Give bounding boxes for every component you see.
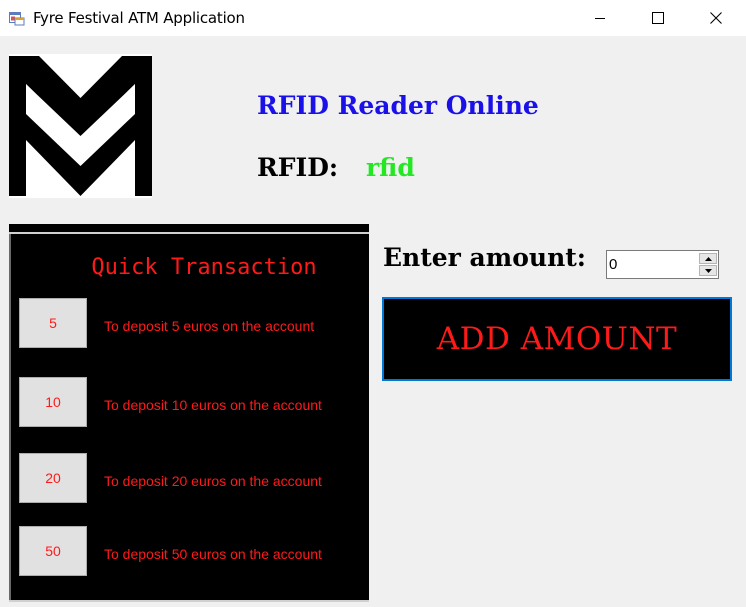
quick-transaction-title: Quick Transaction xyxy=(91,255,317,280)
panel-bottom-border xyxy=(9,600,369,602)
chevron-down-icon xyxy=(704,268,712,273)
amount-input[interactable] xyxy=(608,252,697,277)
minimize-button[interactable] xyxy=(571,0,629,36)
reader-status-heading: RFID Reader Online xyxy=(257,91,539,120)
increment-button[interactable] xyxy=(699,253,717,264)
quick-deposit-5-button[interactable]: 5 xyxy=(19,298,87,348)
close-button[interactable] xyxy=(687,0,745,36)
panel-top-border xyxy=(9,232,369,234)
quick-deposit-20-button[interactable]: 20 xyxy=(19,453,87,503)
quick-deposit-10-description: To deposit 10 euros on the account xyxy=(104,397,322,413)
decrement-button[interactable] xyxy=(699,265,717,276)
quick-deposit-50-button[interactable]: 50 xyxy=(19,526,87,576)
quick-deposit-20-description: To deposit 20 euros on the account xyxy=(104,473,322,489)
app-icon xyxy=(9,10,25,26)
rfid-label: RFID: xyxy=(257,153,339,182)
quick-deposit-50-description: To deposit 50 euros on the account xyxy=(104,546,322,562)
title-bar: Fyre Festival ATM Application xyxy=(0,0,746,36)
maximize-button[interactable] xyxy=(629,0,687,36)
rfid-value: rfid xyxy=(366,153,415,182)
window-title: Fyre Festival ATM Application xyxy=(33,9,245,27)
enter-amount-label: Enter amount: xyxy=(383,243,587,272)
quick-transaction-panel: Quick Transaction 5 To deposit 5 euros o… xyxy=(9,224,369,602)
brand-logo xyxy=(9,54,152,198)
maximize-icon xyxy=(652,12,664,24)
quick-deposit-5-description: To deposit 5 euros on the account xyxy=(104,318,315,334)
chevron-up-icon xyxy=(704,256,712,261)
amount-spinner xyxy=(699,253,717,276)
add-amount-label: ADD AMOUNT xyxy=(386,301,728,377)
panel-left-border xyxy=(9,234,11,600)
close-icon xyxy=(710,12,722,24)
minimize-icon xyxy=(595,18,605,19)
quick-deposit-10-button[interactable]: 10 xyxy=(19,377,87,427)
add-amount-button[interactable]: ADD AMOUNT xyxy=(382,297,732,381)
amount-stepper[interactable] xyxy=(606,250,719,279)
